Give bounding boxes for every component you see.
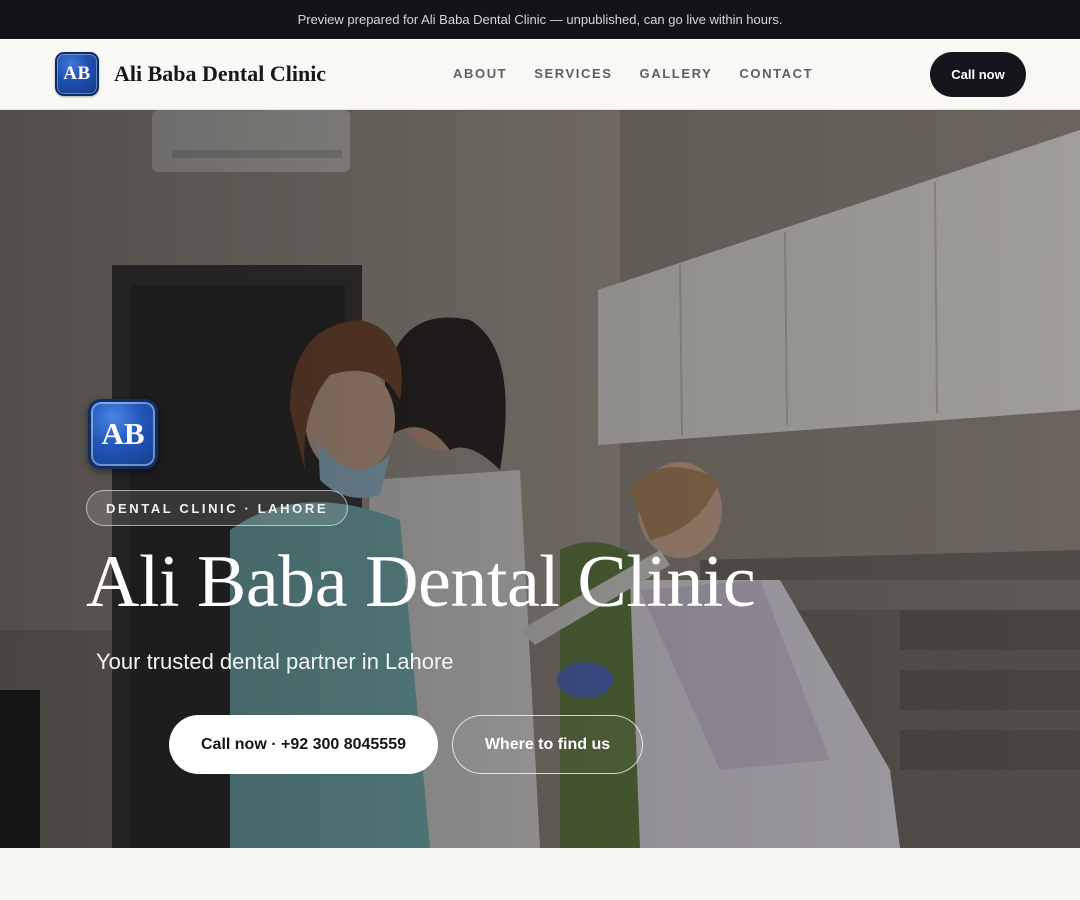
hero-logo-initials: AB bbox=[101, 416, 145, 451]
nav-link-gallery[interactable]: GALLERY bbox=[640, 66, 713, 81]
brand[interactable]: AB Ali Baba Dental Clinic bbox=[55, 52, 326, 96]
logo-badge: AB bbox=[55, 52, 99, 96]
preview-banner-text: Preview prepared for Ali Baba Dental Cli… bbox=[297, 12, 783, 27]
hero-section: AB DENTAL CLINIC · LAHORE Ali Baba Denta… bbox=[0, 110, 1080, 848]
header-call-button[interactable]: Call now bbox=[930, 52, 1026, 97]
hero-title: Ali Baba Dental Clinic bbox=[86, 541, 756, 623]
site-header: AB Ali Baba Dental Clinic ABOUT SERVICES… bbox=[0, 39, 1080, 110]
nav-link-contact[interactable]: CONTACT bbox=[739, 66, 813, 81]
logo-initials: AB bbox=[63, 63, 91, 84]
hero-subtitle: Your trusted dental partner in Lahore bbox=[96, 649, 454, 674]
location-badge: DENTAL CLINIC · LAHORE bbox=[86, 490, 349, 526]
main-nav: ABOUT SERVICES GALLERY CONTACT bbox=[453, 66, 840, 81]
preview-banner: Preview prepared for Ali Baba Dental Cli… bbox=[0, 0, 1080, 39]
find-us-button[interactable]: Where to find us bbox=[452, 715, 643, 774]
location-badge-text: DENTAL CLINIC · LAHORE bbox=[106, 500, 329, 516]
hero-logo-badge: AB bbox=[88, 399, 158, 469]
next-section bbox=[0, 848, 1080, 900]
nav-link-services[interactable]: SERVICES bbox=[534, 66, 612, 81]
nav-link-about[interactable]: ABOUT bbox=[453, 66, 507, 81]
call-now-phone-button[interactable]: Call now · +92 300 8045559 bbox=[169, 715, 438, 774]
brand-name: Ali Baba Dental Clinic bbox=[114, 61, 327, 86]
